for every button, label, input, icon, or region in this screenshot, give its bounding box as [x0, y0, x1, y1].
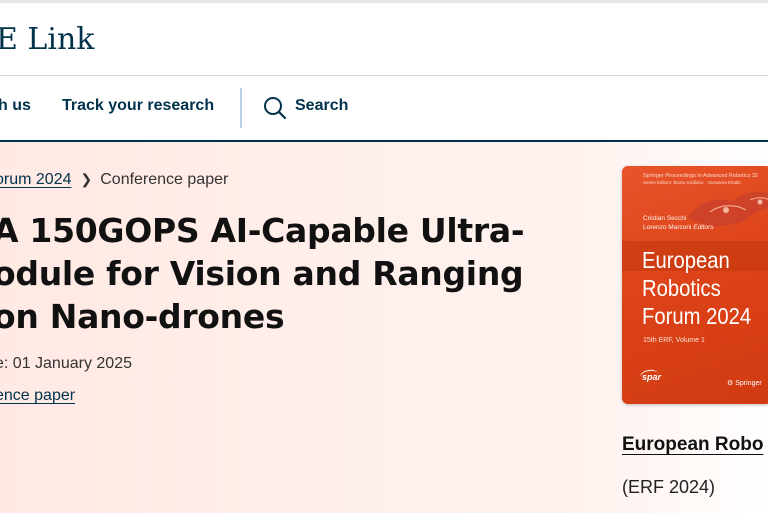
- chevron-right-icon: ❯: [80, 171, 93, 187]
- content-type-link[interactable]: ence paper: [0, 387, 75, 405]
- book-title-link[interactable]: European Robo: [622, 434, 763, 456]
- main-nav: h us Track your research Search: [0, 76, 768, 142]
- site-header: E Link: [0, 3, 768, 76]
- published-date: e: 01 January 2025: [0, 355, 132, 372]
- breadcrumb: orum 2024 ❯ Conference paper: [0, 171, 228, 189]
- nav-item-publish-with-us[interactable]: h us: [0, 97, 31, 115]
- search-button[interactable]: Search: [295, 97, 348, 115]
- article-title-line: A 150GOPS AI-Capable Ultra-: [0, 211, 525, 250]
- cover-editor: Cristian Secchi: [643, 215, 687, 222]
- article-title-line: on Nano-drones: [0, 297, 285, 336]
- article-title: A 150GOPS AI-Capable Ultra- odule for Vi…: [0, 209, 533, 338]
- search-icon[interactable]: [263, 96, 287, 120]
- nav-divider: [240, 88, 242, 128]
- breadcrumb-parent-link[interactable]: orum 2024: [0, 171, 72, 188]
- article-title-line: odule for Vision and Ranging: [0, 254, 524, 293]
- nav-item-track-research[interactable]: Track your research: [62, 97, 214, 115]
- spar-logo: spar: [642, 372, 662, 382]
- book-abbreviation: (ERF 2024): [622, 477, 716, 497]
- breadcrumb-current: Conference paper: [100, 171, 229, 188]
- cover-subtitle: 15th ERF, Volume 1: [643, 337, 705, 344]
- site-logo[interactable]: E Link: [0, 22, 94, 57]
- publisher-logo: ⚙ Springer: [727, 380, 762, 387]
- cover-editor: Lorenzo Marconi Editors: [643, 224, 714, 231]
- cover-title: European Robotics Forum 2024: [642, 247, 752, 329]
- book-cover[interactable]: Springer Proceedings in Advanced Robotic…: [622, 166, 768, 404]
